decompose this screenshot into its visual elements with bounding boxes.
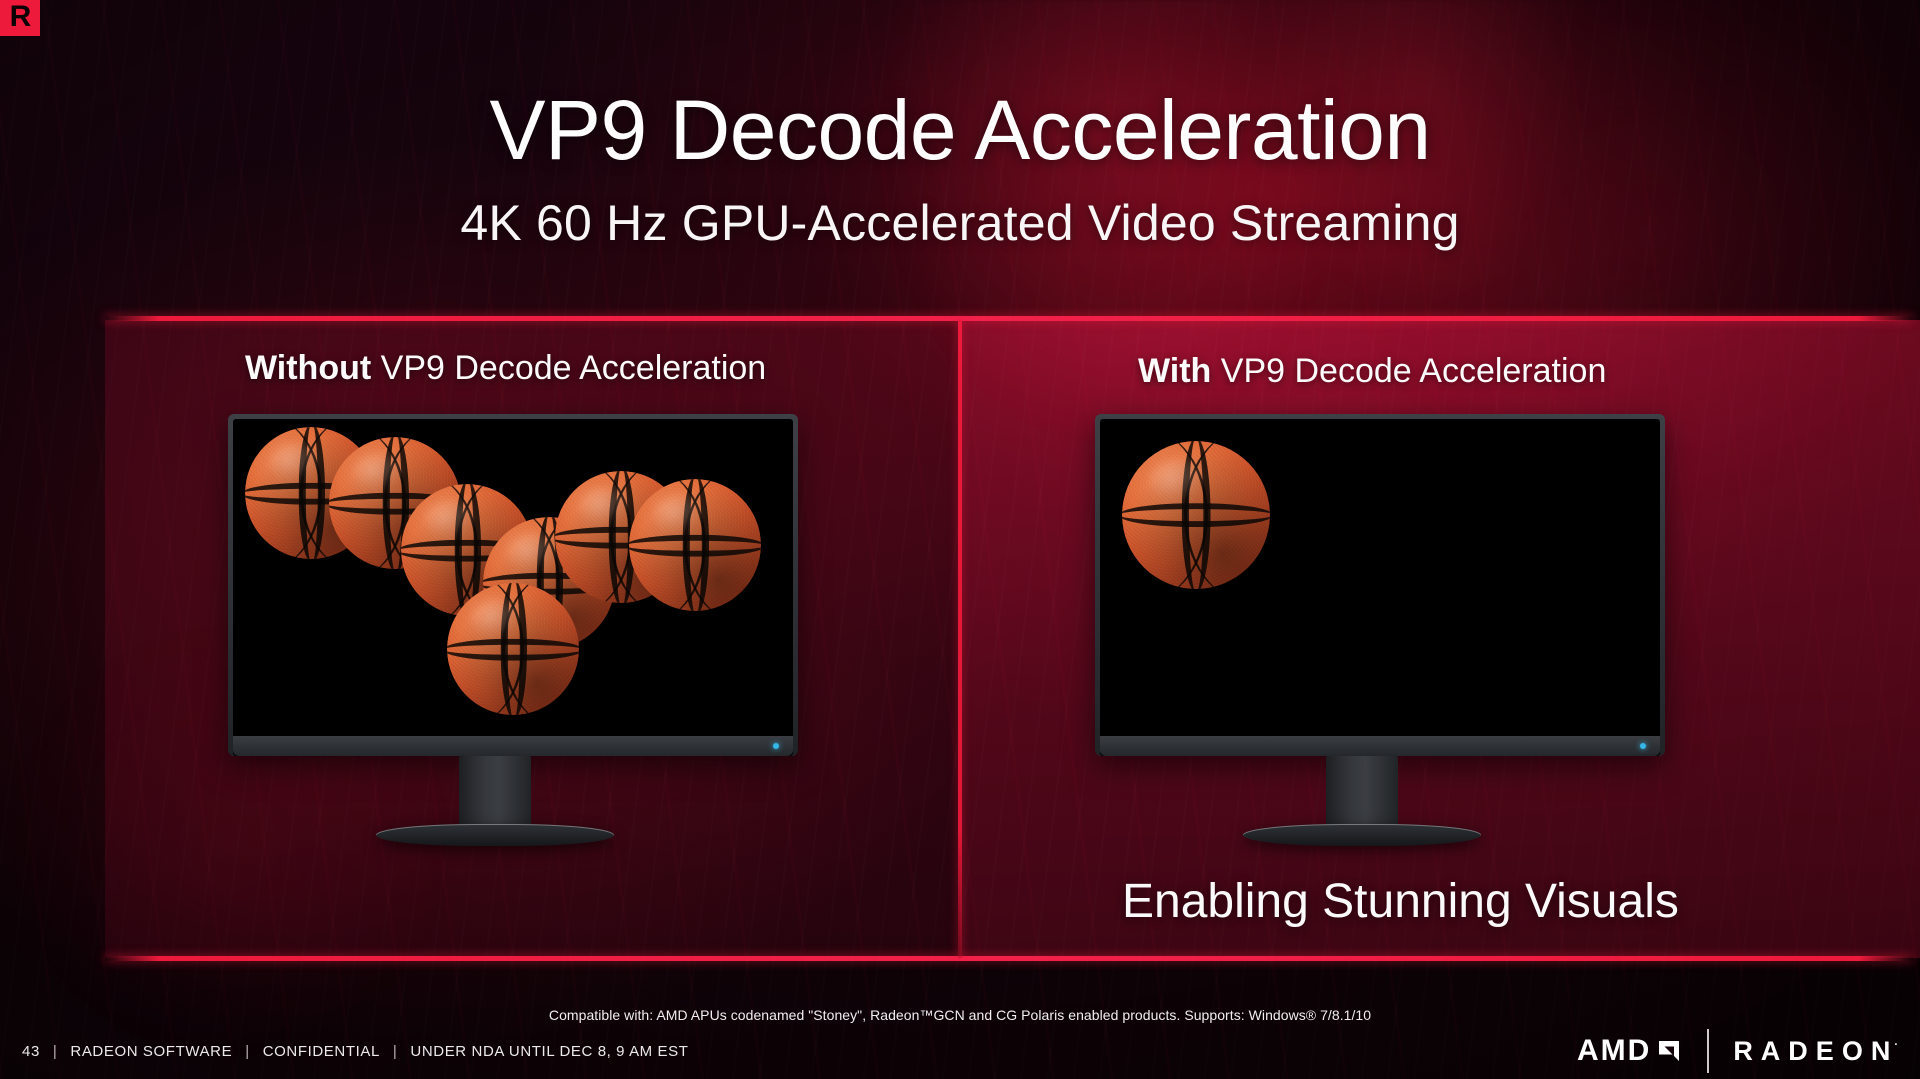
divider-bottom (105, 956, 1913, 961)
footer-item-nda: UNDER NDA UNTIL DEC 8, 9 AM EST (410, 1043, 689, 1060)
right-panel-heading-emphasis: With (1138, 352, 1212, 390)
radeon-logo: RADEON· (1733, 1035, 1902, 1066)
divider-vertical (958, 320, 962, 958)
slide-root: R VP9 Decode Acceleration 4K 60 Hz GPU-A… (0, 0, 1920, 1079)
monitor-chin-left (233, 736, 793, 756)
page-title: VP9 Decode Acceleration (489, 83, 1431, 177)
footer-item-confidential: CONFIDENTIAL (262, 1043, 380, 1060)
monitor-stand-base-left (376, 824, 614, 846)
left-panel-heading: Without VP9 Decode Acceleration (245, 351, 766, 385)
monitor-bezel-left (228, 414, 798, 756)
monitor-stand-neck-right (1326, 756, 1398, 832)
radeon-badge-logo: R (0, 0, 40, 36)
amd-arrow-icon (1659, 1041, 1680, 1061)
left-panel-heading-rest: VP9 Decode Acceleration (371, 349, 767, 387)
monitor-stand-neck-left (459, 756, 531, 832)
right-panel-heading-rest: VP9 Decode Acceleration (1211, 352, 1607, 390)
monitor-bezel-right (1095, 414, 1665, 756)
power-led-icon-left (773, 743, 779, 749)
left-panel-heading-emphasis: Without (245, 349, 372, 387)
footer-separator-3: | (392, 1043, 398, 1060)
radeon-trademark-icon: · (1894, 1038, 1898, 1051)
monitor-without-acceleration (228, 414, 798, 859)
power-led-icon-right (1640, 743, 1646, 749)
right-panel-tagline: Enabling Stunning Visuals (1122, 875, 1679, 928)
basketball-frame-7 (629, 479, 761, 611)
compatibility-footnote: Compatible with: AMD APUs codenamed "Sto… (548, 1007, 1372, 1023)
basketball-clean-frame (1122, 441, 1270, 589)
monitor-chin-right (1100, 736, 1660, 756)
footer-meta: 43 | RADEON SOFTWARE | CONFIDENTIAL | UN… (22, 1043, 689, 1060)
radeon-r-icon: R (9, 0, 32, 33)
radeon-wordmark-text: RADEON (1733, 1035, 1899, 1066)
right-panel-heading: With VP9 Decode Acceleration (1138, 354, 1606, 388)
amd-logo: AMD (1577, 1036, 1683, 1066)
logo-divider (1707, 1029, 1710, 1073)
monitor-screen-left (233, 419, 793, 756)
slide-number: 43 (22, 1043, 40, 1060)
divider-top (105, 316, 1913, 321)
page-subtitle: 4K 60 Hz GPU-Accelerated Video Streaming (460, 195, 1460, 251)
footer-logos: AMD RADEON· (1577, 1029, 1902, 1073)
monitor-with-acceleration (1095, 414, 1665, 859)
footer-item-product: RADEON SOFTWARE (70, 1043, 233, 1060)
footer-separator-2: | (245, 1043, 250, 1060)
amd-wordmark-text: AMD (1576, 1034, 1652, 1067)
footer-separator-1: | (52, 1043, 58, 1060)
monitor-screen-right (1100, 419, 1660, 756)
monitor-stand-base-right (1243, 824, 1481, 846)
